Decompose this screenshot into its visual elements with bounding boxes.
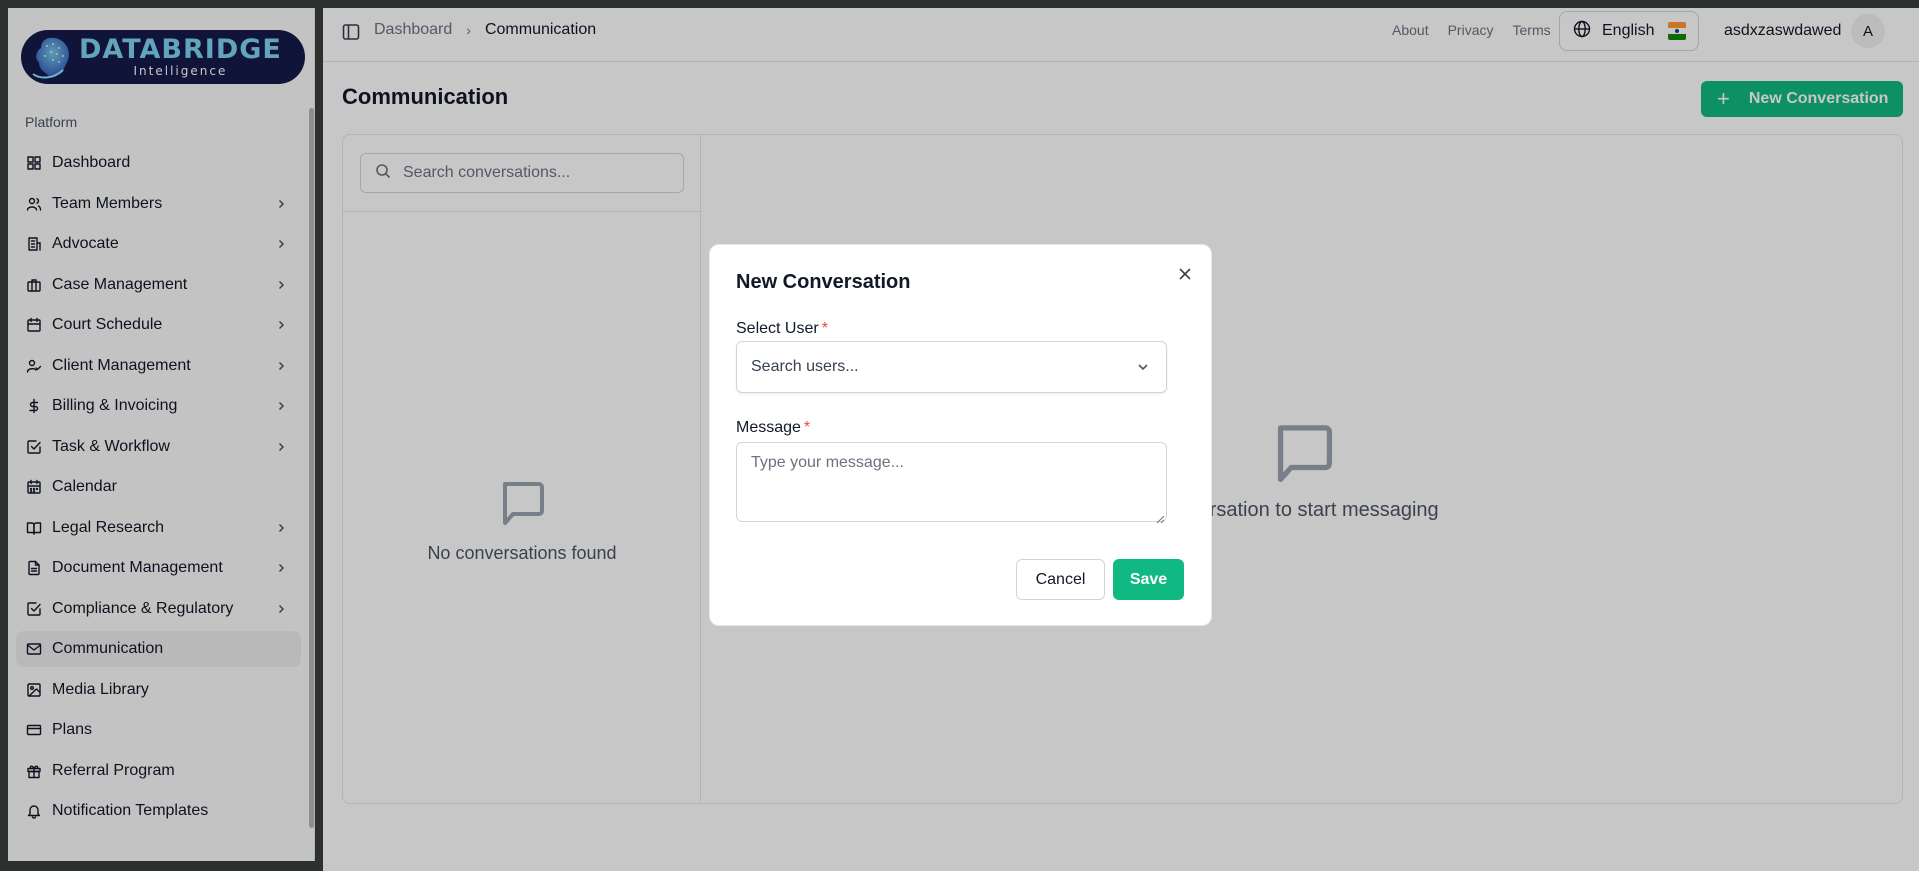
new-conversation-dialog: New Conversation Select User * Search use… <box>709 244 1212 626</box>
dialog-title: New Conversation <box>736 271 911 293</box>
message-label: Message * <box>736 419 811 436</box>
close-icon[interactable] <box>1176 265 1194 283</box>
user-select-placeholder: Search users... <box>751 358 859 375</box>
required-mark: * <box>821 320 828 337</box>
required-mark: * <box>803 419 811 436</box>
chevron-down-icon <box>1135 359 1151 380</box>
user-select[interactable]: Search users... <box>736 341 1167 393</box>
resize-handle-icon[interactable] <box>1155 511 1165 524</box>
message-textarea[interactable] <box>736 442 1167 522</box>
save-button[interactable]: Save <box>1113 559 1184 600</box>
select-user-label: Select User * <box>736 320 828 337</box>
cancel-button[interactable]: Cancel <box>1016 559 1105 600</box>
